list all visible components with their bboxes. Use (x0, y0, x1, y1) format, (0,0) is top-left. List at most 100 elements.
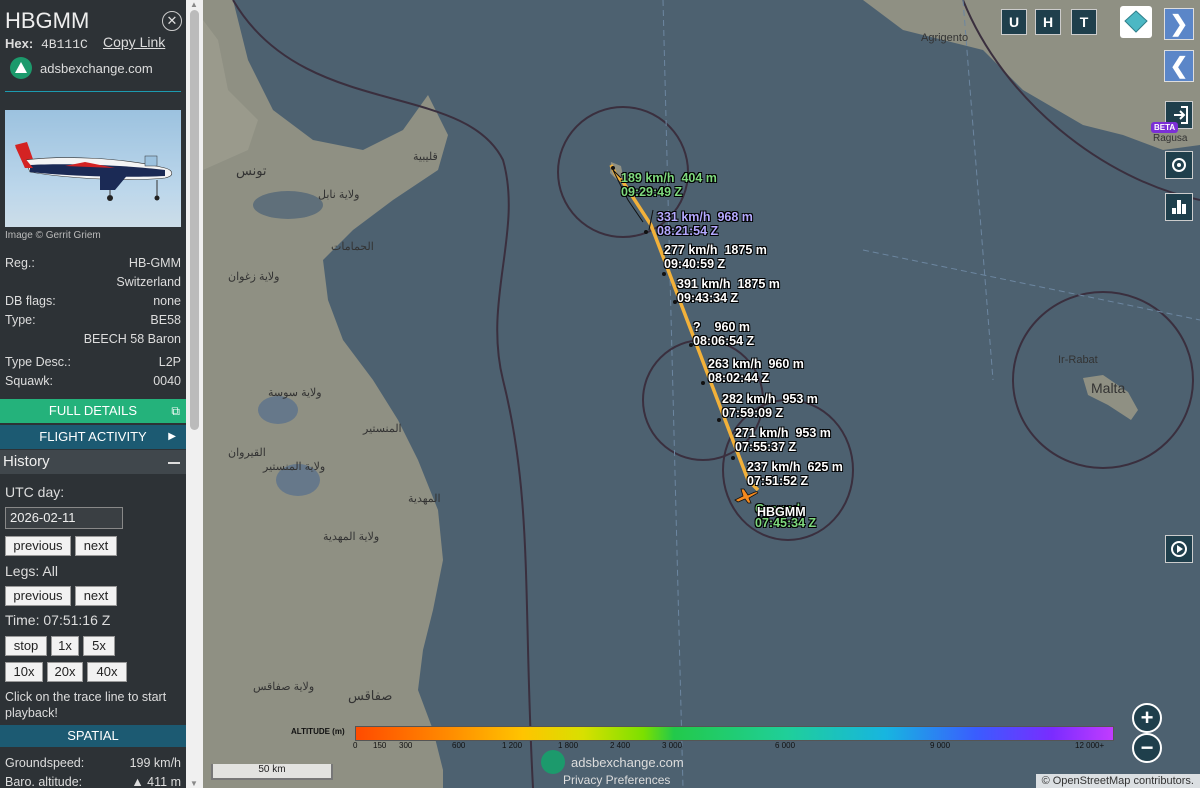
alt-tick: 150 (373, 741, 387, 750)
trace-point[interactable] (717, 418, 721, 422)
spatial-header[interactable]: SPATIAL (0, 725, 186, 747)
stats-icon (1172, 200, 1186, 214)
chevron-right-icon: ❯ (1169, 11, 1189, 36)
alt-tick: 1 200 (502, 741, 523, 750)
trace-altitude: 1875 m (737, 277, 780, 291)
copy-link[interactable]: Copy Link (103, 34, 165, 50)
history-header[interactable]: History (0, 450, 186, 474)
sidebar-scrollbar[interactable]: ▲ ▼ (186, 0, 203, 788)
playback-help-text: Click on the trace line to start playbac… (5, 690, 167, 720)
stats-button[interactable] (1165, 193, 1193, 221)
trace-label[interactable]: 263 km/h 960 m 08:02:44 Z (708, 357, 804, 385)
h-button[interactable]: H (1035, 9, 1061, 35)
trace-point[interactable] (644, 230, 648, 234)
speed-20x-button[interactable]: 20x (47, 662, 83, 682)
place-ragusa: Ragusa (1153, 133, 1188, 144)
privacy-link[interactable]: Privacy Preferences (563, 773, 670, 787)
stop-button[interactable]: stop (5, 636, 47, 656)
trace-label[interactable]: 391 km/h 1875 m 09:43:34 Z (677, 277, 780, 305)
trace-altitude: 953 m (795, 426, 831, 440)
speed-5x-button[interactable]: 5x (83, 636, 115, 656)
place-monastir: المنستير (363, 423, 402, 435)
full-details-button[interactable]: FULL DETAILS ⧉ (0, 399, 186, 423)
trace-label[interactable]: 189 km/h 404 m 09:29:49 Z (621, 171, 717, 199)
collapse-left-button[interactable]: ❮ (1164, 50, 1194, 82)
place-tunis: تونس (236, 163, 267, 178)
gear-icon (1172, 158, 1186, 172)
squawk-value: 0040 (153, 374, 181, 388)
settings-button[interactable] (1165, 151, 1193, 179)
trace-label[interactable]: 271 km/h 953 m 07:55:37 Z (735, 426, 831, 454)
map-attribution[interactable]: © OpenStreetMap contributors. (1035, 774, 1200, 788)
scroll-up-icon[interactable]: ▲ (190, 0, 198, 9)
trace-label[interactable]: 331 km/h 968 m 08:21:54 Z (657, 210, 753, 238)
trace-point[interactable] (731, 456, 735, 460)
hex-row: Hex: 4B111C (5, 36, 88, 52)
alt-tick: 12 000+ (1075, 741, 1105, 750)
map[interactable]: Agrigento Ragusa Ir-Rabat Malta تونس صفا… (203, 0, 1200, 788)
trace-altitude: 968 m (717, 210, 753, 224)
alt-tick: 3 000 (662, 741, 683, 750)
scroll-down-icon[interactable]: ▼ (190, 779, 198, 788)
close-icon[interactable]: ✕ (162, 11, 182, 31)
map-canvas[interactable] (203, 0, 1200, 788)
leg-previous-button[interactable]: previous (5, 586, 71, 606)
trace-time: 08:21:54 Z (657, 224, 719, 238)
u-button[interactable]: U (1001, 9, 1027, 35)
place-zaghouan-gov: ولاية زغوان (228, 271, 280, 283)
sidebar: HBGMM ✕ Hex: 4B111C Copy Link adsbexchan… (0, 0, 186, 788)
replay-button[interactable] (1165, 535, 1193, 563)
utc-day-label: UTC day: (5, 484, 65, 500)
chevron-left-icon: ❮ (1169, 53, 1189, 78)
layers-button[interactable] (1120, 6, 1152, 38)
hex-value: 4B111C (41, 37, 88, 52)
zoom-out-button[interactable]: − (1132, 733, 1162, 763)
leg-next-button[interactable]: next (75, 586, 117, 606)
typedesc-row: Type Desc.: L2P (5, 355, 181, 369)
trace-label[interactable]: ? 960 m 08:06:54 Z (693, 320, 754, 348)
altitude-ticks: 0 150 300 600 1 200 1 800 2 400 3 000 6 … (353, 741, 1125, 753)
alt-tick: 9 000 (930, 741, 951, 750)
trace-point[interactable] (662, 272, 666, 276)
day-next-button[interactable]: next (75, 536, 117, 556)
trace-time: 09:43:34 Z (677, 291, 739, 305)
trace-label[interactable]: 282 km/h 953 m 07:59:09 Z (722, 392, 818, 420)
zoom-in-button[interactable]: + (1132, 703, 1162, 733)
baro-row: Baro. altitude: ▲ 411 m (5, 775, 181, 788)
type-name-value: BEECH 58 Baron (83, 332, 181, 346)
footer-brand[interactable]: adsbexchange.com (571, 755, 684, 770)
country-value: Switzerland (116, 275, 181, 289)
trace-label[interactable]: 277 km/h 1875 m 09:40:59 Z (664, 243, 767, 271)
trace-point[interactable] (701, 381, 705, 385)
altitude-legend-title: ALTITUDE (m) (291, 727, 345, 736)
speed-10x-button[interactable]: 10x (5, 662, 43, 682)
speed-1x-button[interactable]: 1x (51, 636, 79, 656)
divider (5, 91, 181, 92)
trace-altitude: 960 m (714, 320, 750, 334)
trace-time: 08:02:44 Z (708, 371, 770, 385)
hex-label: Hex: (5, 36, 34, 51)
day-previous-button[interactable]: previous (5, 536, 71, 556)
trace-speed: ? (693, 320, 701, 334)
expand-right-button[interactable]: ❯ (1164, 8, 1194, 40)
salt-lake-icon (258, 396, 298, 424)
t-button[interactable]: T (1071, 9, 1097, 35)
brand-link[interactable]: adsbexchange.com (10, 57, 153, 79)
place-malta: Malta (1091, 380, 1126, 396)
place-agrigento: Agrigento (921, 32, 969, 44)
speed-40x-button[interactable]: 40x (87, 662, 127, 682)
aircraft-title: HBGMM (5, 8, 90, 33)
aircraft-photo[interactable] (5, 110, 181, 227)
flight-activity-button[interactable]: FLIGHT ACTIVITY ▶ (0, 425, 186, 449)
type-row: Type: BE58 (5, 313, 181, 327)
scrollbar-thumb[interactable] (190, 10, 199, 430)
date-input[interactable]: 2026-02-11 (5, 507, 123, 529)
trace-label[interactable]: 237 km/h 625 m 07:51:52 Z (747, 460, 843, 488)
place-sousse-gov: ولاية سوسة (268, 387, 322, 399)
trace-speed: 282 km/h (722, 392, 776, 406)
aircraft-marker[interactable] (733, 486, 759, 506)
typedesc-value: L2P (158, 355, 181, 369)
trace-point[interactable] (611, 166, 615, 170)
replay-icon (1171, 541, 1187, 557)
trace-time: 09:29:49 Z (621, 185, 683, 199)
